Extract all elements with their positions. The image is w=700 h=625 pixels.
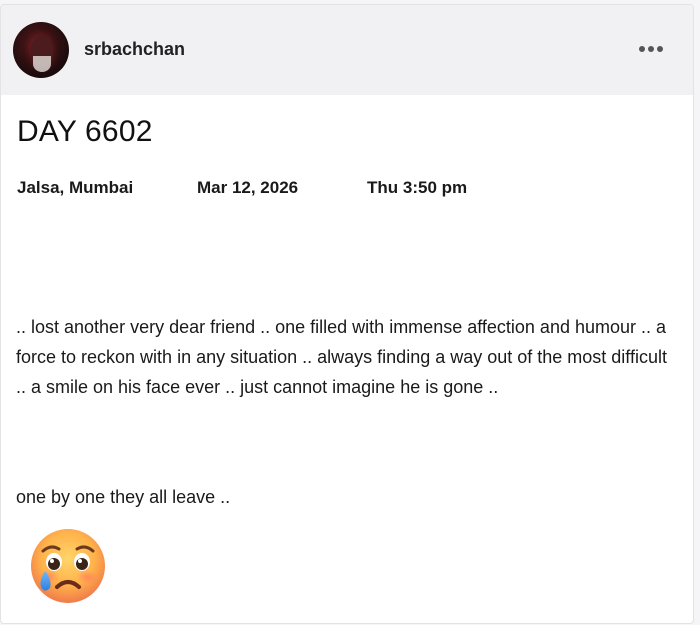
post-body-paragraph: .. lost another very dear friend .. one … (16, 317, 667, 397)
post-closing-line: one by one they all leave .. (16, 487, 231, 507)
more-dot-icon (648, 46, 654, 52)
more-options-button[interactable] (637, 41, 665, 57)
avatar[interactable] (13, 22, 69, 78)
post-time: Thu 3:50 pm (367, 178, 468, 197)
post-header: srbachchan (1, 5, 693, 95)
more-dot-icon (639, 46, 645, 52)
more-dot-icon (657, 46, 663, 52)
post-date: Mar 12, 2026 (197, 178, 299, 197)
sad-tear-face-icon (31, 529, 105, 603)
blog-post-card: srbachchan DAY 6602 Jalsa, Mumbai Mar 12… (0, 4, 694, 624)
post-title: DAY 6602 (17, 115, 153, 148)
username[interactable]: srbachchan (84, 39, 185, 60)
avatar-beard (33, 56, 51, 72)
post-location: Jalsa, Mumbai (17, 178, 134, 197)
post-body: .. lost another very dear friend .. one … (16, 312, 676, 402)
